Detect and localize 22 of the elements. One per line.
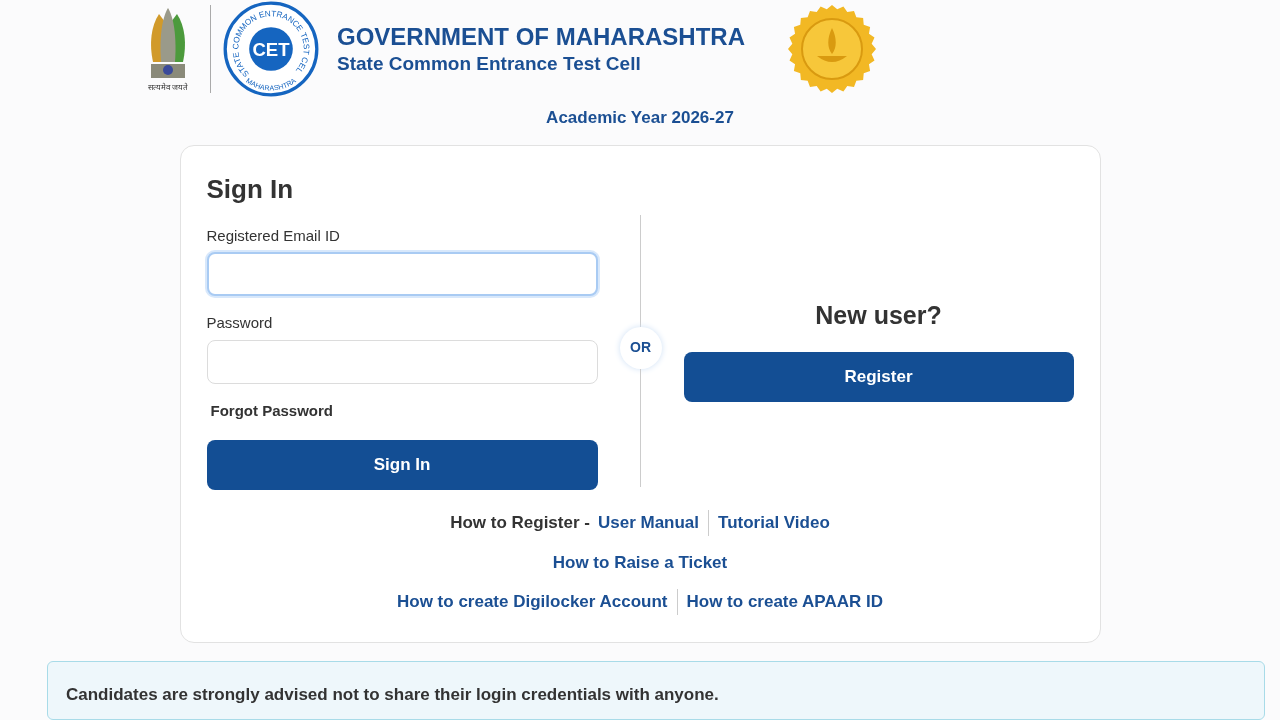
register-button[interactable]: Register — [683, 352, 1074, 403]
help-link[interactable]: Tutorial Video — [708, 510, 830, 536]
cell-subtitle: State Common Entrance Test Cell — [337, 51, 642, 76]
input-field[interactable] — [206, 252, 598, 297]
sign-in-button[interactable]: Sign In — [206, 440, 598, 491]
state-seal-icon — [787, 3, 877, 94]
help-link[interactable]: User Manual — [597, 510, 700, 536]
raise-ticket-link[interactable]: How to Raise a Ticket — [552, 549, 728, 576]
help-link[interactable]: How to create APAAR ID — [676, 589, 883, 615]
notice-text: Candidates are strongly advised not to share their login credentials with anyone. — [66, 685, 719, 705]
how-to-register-label: How to Register - — [450, 512, 590, 535]
government-title: GOVERNMENT OF MAHARASHTRA — [337, 21, 746, 52]
forgot-password-link[interactable]: Forgot Password — [210, 399, 598, 423]
sign-in-heading: Sign In — [206, 172, 295, 206]
field-label: Password — [206, 313, 274, 334]
input-field[interactable] — [206, 339, 598, 384]
new-user-heading: New user? — [815, 299, 942, 331]
field-label: Registered Email ID — [206, 225, 341, 246]
help-link[interactable]: How to create Digilocker Account — [397, 589, 668, 615]
or-badge: OR — [619, 326, 662, 369]
academic-year: Academic Year 2026-27 — [546, 107, 734, 130]
emblem-motto: सत्यमेव जयते — [147, 81, 189, 94]
